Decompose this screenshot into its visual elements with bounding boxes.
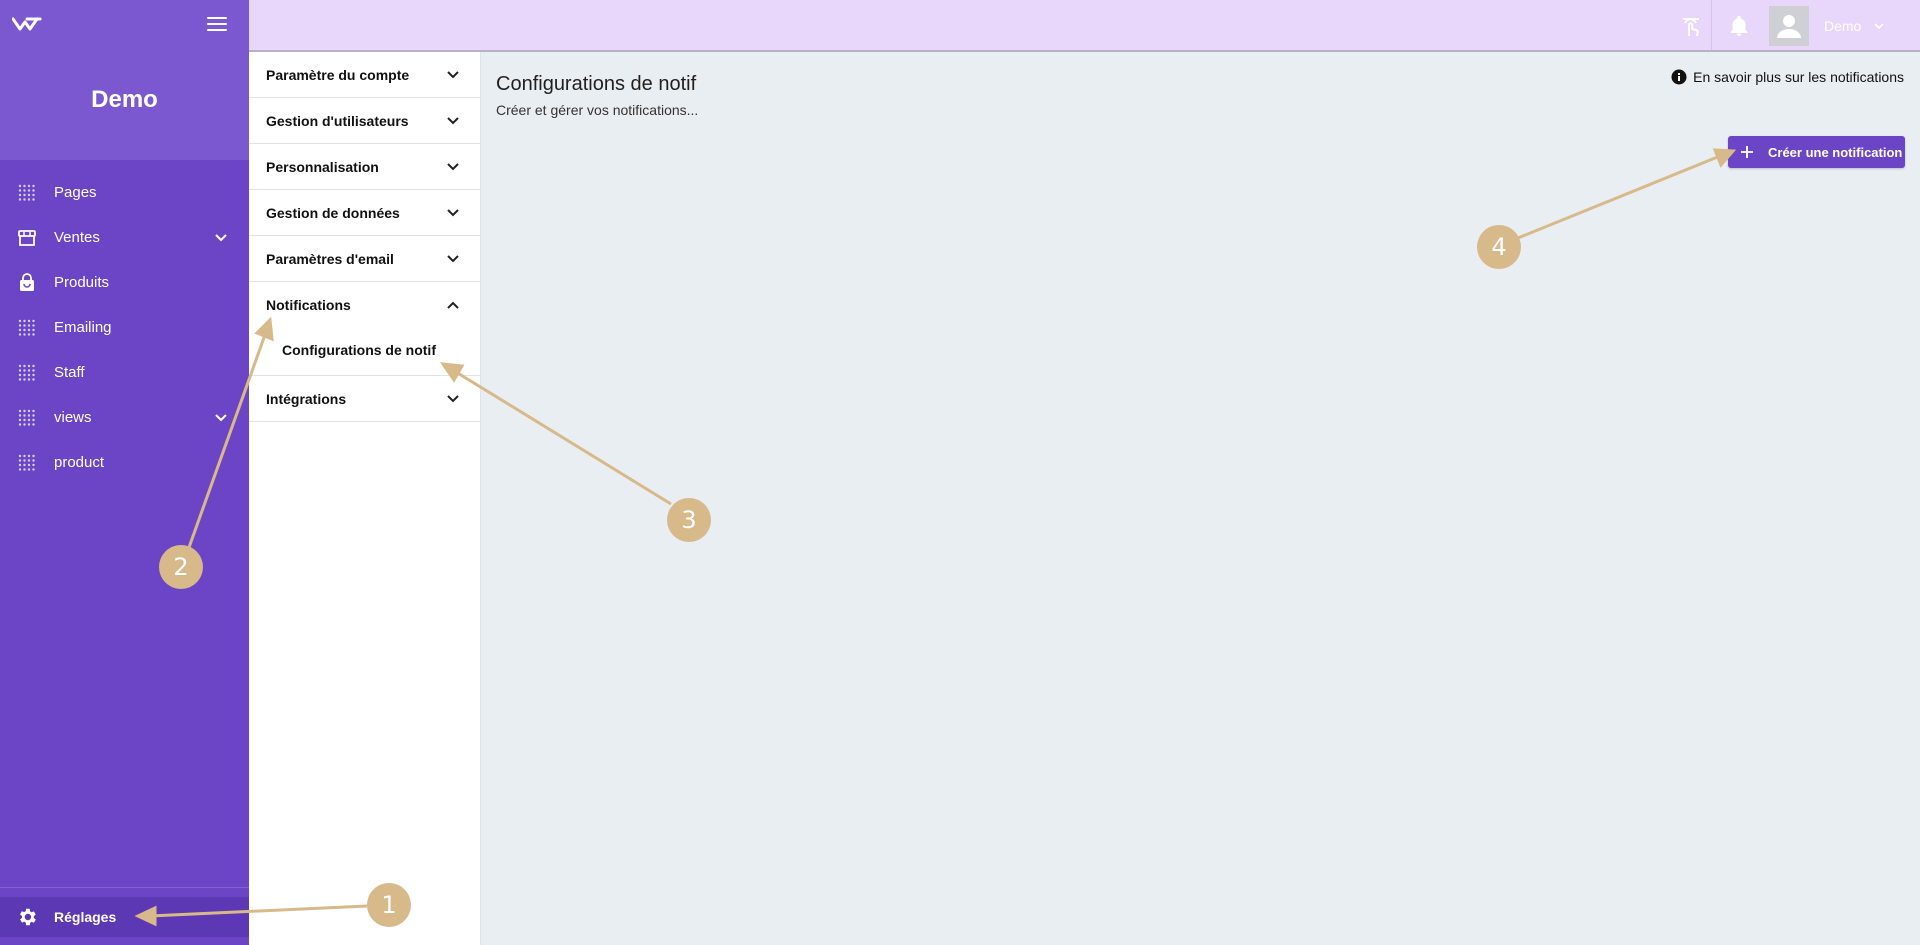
section-parametre-du-compte[interactable]: Paramètre du compte (249, 52, 480, 98)
main-content: Configurations de notif Créer et gérer v… (482, 52, 1920, 945)
sidebar-item-ventes[interactable]: Ventes (0, 215, 249, 260)
shopping-bag-icon (17, 272, 37, 293)
topbar-divider (1711, 0, 1712, 50)
plus-icon (1741, 146, 1753, 158)
section-gestion-donnees[interactable]: Gestion de données (249, 190, 480, 236)
section-notifications[interactable]: Notifications (249, 282, 480, 328)
logo-icon[interactable] (12, 16, 42, 32)
submenu-configurations-de-notif[interactable]: Configurations de notif (249, 328, 480, 376)
create-notification-button[interactable]: Créer une notification (1728, 136, 1905, 168)
app-name: Demo (91, 86, 158, 113)
chevron-down-icon (447, 71, 459, 79)
sidebar-item-label: Pages (54, 184, 97, 201)
grid-icon (17, 453, 37, 473)
section-label: Personnalisation (266, 158, 379, 175)
annotation-marker-3: 3 (667, 498, 711, 542)
sidebar-item-label: product (54, 454, 105, 471)
create-notification-label: Créer une notification (1768, 144, 1903, 160)
menu-toggle-icon[interactable] (207, 17, 227, 33)
sidebar-item-label: Emailing (54, 319, 112, 336)
sidebar-item-staff[interactable]: Staff (0, 350, 249, 395)
info-icon (1671, 69, 1687, 85)
top-bar: Demo (249, 0, 1920, 52)
bell-icon[interactable] (1727, 14, 1751, 38)
settings-menu: Paramètre du compte Gestion d'utilisateu… (249, 52, 481, 945)
submenu-label: Configurations de notif (282, 342, 436, 358)
section-label: Paramètre du compte (266, 66, 410, 83)
chevron-down-icon (447, 395, 459, 403)
sidebar-item-views[interactable]: views (0, 395, 249, 440)
sidebar-item-label: views (54, 409, 92, 426)
grid-icon (17, 183, 37, 203)
chevron-up-icon (447, 301, 459, 309)
annotation-marker-2: 2 (159, 545, 203, 589)
grid-icon (17, 363, 37, 383)
chevron-down-icon (447, 255, 459, 263)
section-gestion-utilisateurs[interactable]: Gestion d'utilisateurs (249, 98, 480, 144)
user-avatar-icon (1777, 15, 1801, 38)
sidebar-item-emailing[interactable]: Emailing (0, 305, 249, 350)
chevron-down-icon (447, 163, 459, 171)
sidebar-item-produits[interactable]: Produits (0, 260, 249, 305)
learn-more-label: En savoir plus sur les notifications (1693, 69, 1904, 85)
section-personnalisation[interactable]: Personnalisation (249, 144, 480, 190)
annotation-marker-4: 4 (1477, 225, 1521, 269)
settings-label: Réglages (54, 909, 117, 925)
sidebar-item-pages[interactable]: Pages (0, 170, 249, 215)
section-parametres-email[interactable]: Paramètres d'email (249, 236, 480, 282)
sidebar-item-label: Produits (54, 274, 110, 291)
sidebar-item-label: Ventes (54, 229, 100, 246)
sidebar-item-label: Staff (54, 364, 85, 381)
chevron-down-icon (447, 117, 459, 125)
learn-more-link[interactable]: En savoir plus sur les notifications (1671, 69, 1904, 85)
user-name[interactable]: Demo (1824, 18, 1861, 34)
sidebar-item-reglages[interactable]: Réglages (0, 897, 249, 937)
section-label: Paramètres d'email (266, 250, 394, 267)
sidebar-nav: Pages Ventes Produits Emailing Staff vie… (0, 160, 249, 485)
page-title: Configurations de notif (496, 73, 697, 95)
page-subtitle: Créer et gérer vos notifications... (496, 102, 699, 118)
gear-icon (20, 908, 36, 926)
annotation-marker-1: 1 (367, 883, 411, 927)
chevron-down-icon[interactable] (213, 229, 229, 245)
section-label: Notifications (266, 297, 351, 313)
touch-icon[interactable] (1679, 14, 1703, 38)
section-label: Intégrations (266, 390, 347, 407)
user-avatar[interactable] (1769, 6, 1809, 46)
grid-icon (17, 318, 37, 338)
section-label: Gestion d'utilisateurs (266, 112, 409, 129)
grid-icon (17, 408, 37, 428)
chevron-down-icon (447, 209, 459, 217)
store-icon (17, 228, 37, 248)
sidebar-header: Demo (0, 0, 249, 160)
chevron-down-icon[interactable] (1873, 20, 1885, 32)
section-label: Gestion de données (266, 204, 400, 221)
sidebar-item-product[interactable]: product (0, 440, 249, 485)
chevron-down-icon[interactable] (213, 409, 229, 425)
sidebar: Demo Pages Ventes Produits Emailing Staf… (0, 0, 249, 945)
sidebar-footer: Réglages (0, 887, 249, 945)
section-integrations[interactable]: Intégrations (249, 376, 480, 422)
